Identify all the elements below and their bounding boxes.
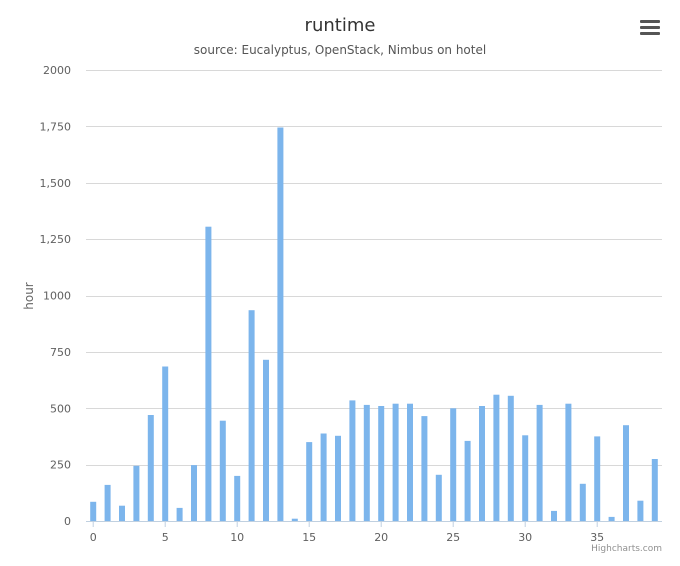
bar[interactable] (90, 501, 97, 521)
y-tick-label: 1,250 (40, 233, 72, 246)
y-tick-label: 500 (50, 402, 71, 415)
bar[interactable] (407, 403, 413, 521)
x-tick-label: 5 (162, 531, 169, 544)
x-tick-label: 10 (230, 531, 244, 544)
x-tick-label: 15 (302, 531, 316, 544)
bar[interactable] (191, 465, 197, 521)
bars (90, 127, 658, 522)
bar[interactable] (335, 435, 341, 521)
y-tick-label: 750 (50, 346, 71, 359)
bar[interactable] (392, 403, 399, 521)
x-tick-label: 30 (518, 531, 532, 544)
credits-link[interactable]: Highcharts.com (591, 544, 662, 554)
bar[interactable] (608, 516, 615, 521)
grid-lines (86, 70, 662, 522)
bar[interactable] (637, 500, 644, 521)
bar[interactable] (421, 416, 428, 521)
bar[interactable] (464, 440, 471, 521)
x-tick-label: 0 (90, 531, 97, 544)
bar[interactable] (219, 420, 226, 521)
bar[interactable] (162, 366, 169, 522)
bar[interactable] (349, 400, 356, 521)
bar[interactable] (651, 459, 658, 521)
bar[interactable] (536, 404, 543, 521)
y-tick-label: 2000 (43, 64, 71, 77)
x-axis: 0 5 10 15 20 25 30 35 (86, 521, 662, 544)
y-axis: 0 250 500 750 1000 1,250 1,500 1,750 2000 (40, 64, 72, 528)
bar[interactable] (378, 406, 385, 521)
y-tick-label: 250 (50, 459, 71, 472)
bar[interactable] (205, 226, 212, 521)
y-tick-label: 1,500 (40, 177, 72, 190)
y-axis-title: hour (22, 282, 36, 310)
y-tick-label: 0 (64, 515, 71, 528)
bar[interactable] (594, 436, 601, 521)
bar[interactable] (263, 359, 269, 521)
bar[interactable] (363, 404, 370, 521)
chart-plot: 0 250 500 750 1000 1,250 1,500 1,750 2000 0 5 10 15… (22, 64, 662, 544)
bar[interactable] (147, 415, 154, 521)
bar[interactable] (579, 483, 586, 521)
bar[interactable] (565, 403, 572, 521)
bar[interactable] (320, 433, 327, 522)
bar[interactable] (176, 507, 183, 521)
y-tick-label: 1,750 (40, 120, 72, 133)
y-tick-label: 1000 (43, 290, 71, 303)
bar[interactable] (479, 406, 485, 521)
bar[interactable] (119, 505, 125, 521)
x-tick-label: 20 (374, 531, 388, 544)
bar[interactable] (248, 310, 255, 521)
bar[interactable] (493, 394, 500, 521)
bar[interactable] (277, 127, 284, 522)
x-tick-label: 25 (446, 531, 460, 544)
bar[interactable] (291, 518, 298, 521)
x-tick-label: 35 (590, 531, 604, 544)
bar[interactable] (450, 408, 457, 522)
bar[interactable] (522, 435, 529, 521)
bar[interactable] (306, 442, 313, 521)
bar[interactable] (133, 465, 140, 521)
bar[interactable] (104, 484, 111, 521)
bar[interactable] (234, 475, 241, 521)
bar[interactable] (551, 510, 557, 521)
bar[interactable] (507, 395, 514, 521)
bar[interactable] (435, 474, 442, 521)
bar[interactable] (623, 425, 629, 521)
